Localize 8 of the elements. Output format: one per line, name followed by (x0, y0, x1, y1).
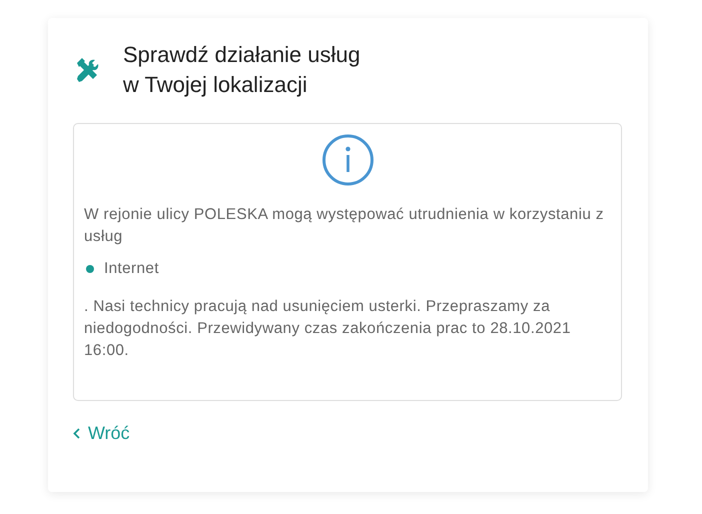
service-name: Internet (104, 259, 159, 279)
info-icon (322, 134, 374, 186)
notice-message: W rejonie ulicy POLESKA mogą występować utrudnienia w korzystaniu z usług (84, 205, 605, 247)
back-link[interactable]: Wróć (73, 423, 130, 444)
chevron-left-icon (73, 428, 80, 439)
notice-details: . Nasi technicy pracują nad usunięciem usterki. Przepraszamy za niedogodności. Przewidywany czas zakończenia prac to 28.10.2021 16:00. (84, 297, 572, 361)
page-title: Sprawdź działanie usług (123, 41, 360, 69)
page-title: w Twojej lokalizacji (123, 71, 308, 99)
